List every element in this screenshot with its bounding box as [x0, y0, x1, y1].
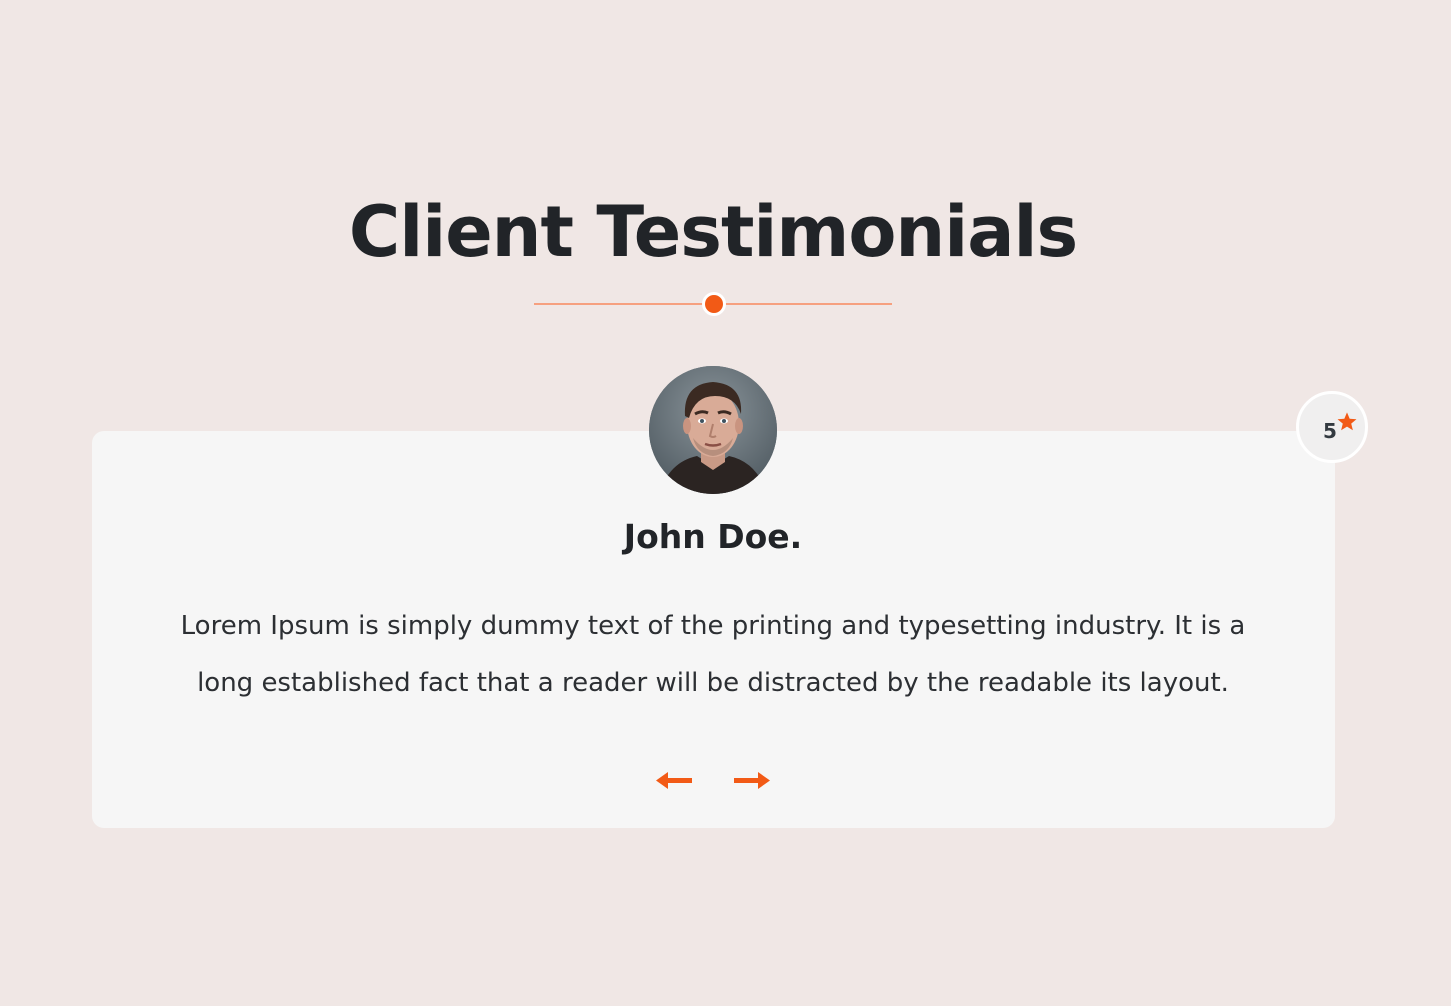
next-button[interactable] [732, 764, 772, 798]
testimonial-quote: Lorem Ipsum is simply dummy text of the … [180, 611, 1246, 698]
person-photo-icon [649, 366, 777, 494]
rating-badge: 5 [1296, 391, 1368, 463]
section-title: Client Testimonials [348, 191, 1078, 273]
avatar [649, 366, 777, 494]
title-divider [534, 292, 892, 316]
rating-value: 5 [1323, 419, 1337, 443]
star-icon [1337, 412, 1357, 431]
client-name: John Doe. [623, 517, 803, 556]
prev-button[interactable] [654, 764, 694, 798]
divider-dot [702, 292, 726, 316]
arrow-left-icon [656, 772, 692, 789]
arrow-right-icon [734, 772, 770, 789]
